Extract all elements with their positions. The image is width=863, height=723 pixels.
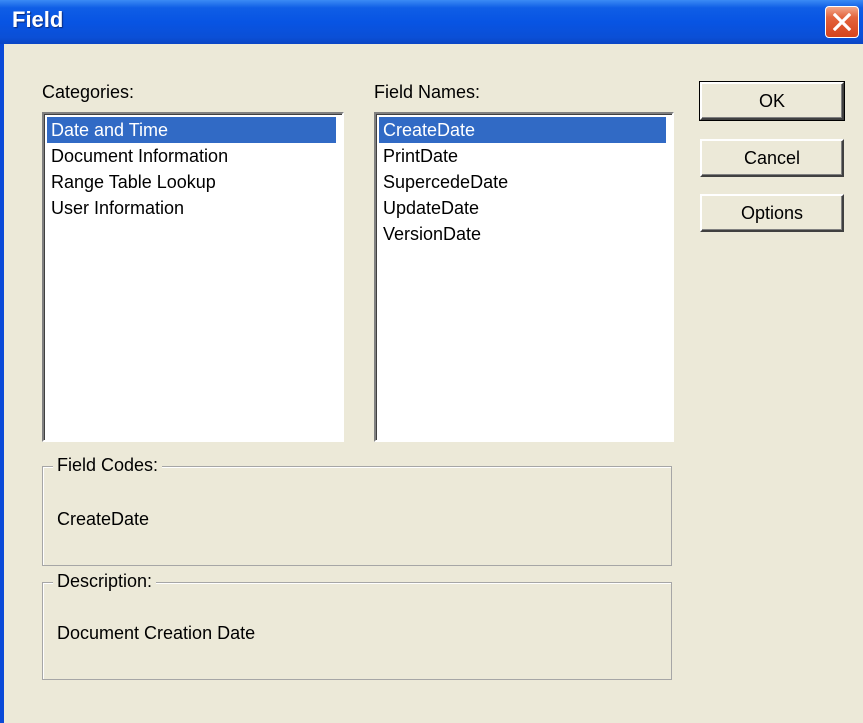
- field-codes-value: CreateDate: [57, 509, 150, 529]
- ok-button[interactable]: OK: [699, 81, 845, 121]
- list-item[interactable]: Date and Time: [47, 117, 336, 143]
- categories-listbox[interactable]: Date and Time Document Information Range…: [42, 112, 344, 442]
- title-bar[interactable]: Field: [0, 0, 863, 44]
- window-title: Field: [12, 7, 64, 32]
- field-codes-group: Field Codes: CreateDate: [42, 455, 672, 566]
- field-names-listbox[interactable]: CreateDate PrintDate SupercedeDate Updat…: [374, 112, 674, 442]
- list-item[interactable]: CreateDate: [379, 117, 666, 143]
- list-item[interactable]: SupercedeDate: [379, 169, 508, 195]
- dialog-body: Categories: Date and Time Document Infor…: [4, 44, 863, 723]
- description-group: Description: Document Creation Date: [42, 571, 672, 680]
- list-item[interactable]: User Information: [47, 195, 184, 221]
- field-codes-label: Field Codes:: [53, 455, 163, 476]
- categories-label: Categories:: [42, 82, 135, 102]
- options-button[interactable]: Options: [700, 194, 844, 232]
- list-item[interactable]: PrintDate: [379, 143, 458, 169]
- field-names-label: Field Names:: [374, 82, 481, 102]
- description-label: Description:: [53, 571, 157, 592]
- description-value: Document Creation Date: [57, 623, 256, 643]
- list-item[interactable]: Document Information: [47, 143, 228, 169]
- list-item[interactable]: Range Table Lookup: [47, 169, 216, 195]
- field-dialog: Field Categories: Date and Time Document…: [0, 0, 863, 723]
- close-button[interactable]: [825, 6, 859, 38]
- list-item[interactable]: UpdateDate: [379, 195, 479, 221]
- cancel-button[interactable]: Cancel: [700, 139, 844, 177]
- close-icon: [833, 13, 851, 31]
- list-item[interactable]: VersionDate: [379, 221, 481, 247]
